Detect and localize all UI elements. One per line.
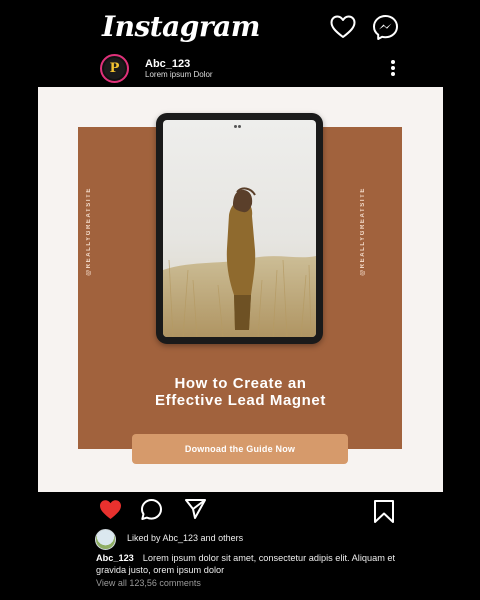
avatar-letter: P	[104, 58, 125, 79]
instagram-logo: Instagram	[102, 10, 260, 43]
heart-icon[interactable]	[99, 499, 122, 520]
caption-text: Lorem ipsum dolor sit amet, consectetur …	[96, 553, 396, 575]
tablet-screen-photo	[163, 120, 316, 337]
post-actions	[0, 492, 480, 530]
comment-icon[interactable]	[140, 498, 163, 521]
post-image[interactable]: @REALLYGREATSITE @REALLYGREATSITE How to…	[38, 87, 443, 492]
liked-by-row: Liked by Abc_123 and others	[0, 529, 480, 550]
post-headline: How to Create an Effective Lead Magnet	[38, 375, 443, 409]
side-handle-right: @REALLYGREATSITE	[360, 187, 366, 276]
post-header: P Abc_123 Lorem ipsum Dolor	[0, 52, 480, 86]
messenger-icon[interactable]	[372, 14, 399, 41]
tablet-mockup	[156, 113, 323, 344]
liked-by-avatar[interactable]	[95, 529, 116, 550]
liked-by-text[interactable]: Liked by Abc_123 and others	[127, 533, 243, 543]
post-username[interactable]: Abc_123	[145, 58, 190, 70]
post-subtitle: Lorem ipsum Dolor	[145, 70, 213, 79]
post-caption: Abc_123 Lorem ipsum dolor sit amet, conse…	[96, 552, 396, 576]
view-all-comments-link[interactable]: View all 123,56 comments	[96, 578, 201, 588]
download-guide-button[interactable]: Downoad the Guide Now	[132, 434, 348, 464]
headline-line-2: Effective Lead Magnet	[155, 392, 326, 409]
top-bar: Instagram	[0, 0, 480, 52]
headline-line-1: How to Create an	[174, 375, 307, 392]
heart-icon[interactable]	[330, 15, 356, 39]
share-icon[interactable]	[184, 498, 207, 520]
avatar[interactable]: P	[100, 54, 129, 83]
tablet-camera	[234, 115, 244, 128]
more-options-icon[interactable]	[386, 60, 400, 78]
side-handle-left: @REALLYGREATSITE	[86, 187, 92, 276]
caption-username[interactable]: Abc_123	[96, 553, 134, 563]
bookmark-icon[interactable]	[373, 499, 395, 524]
